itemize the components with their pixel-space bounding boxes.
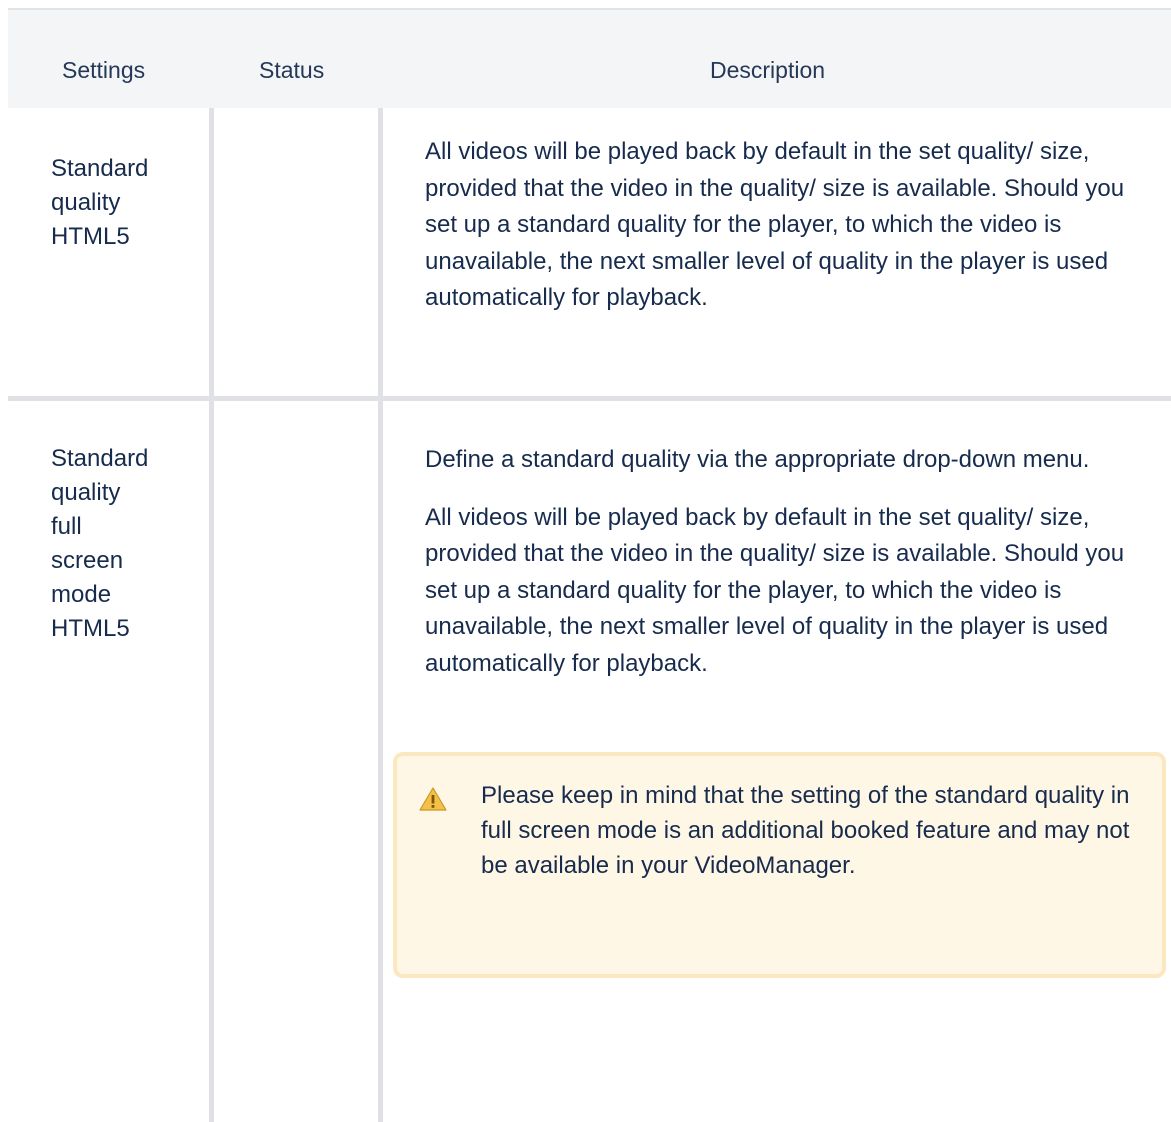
table-row-2-setting: Standard quality full screen mode HTML5 (51, 445, 149, 642)
table-header-row: Settings Status Description (8, 8, 1171, 108)
warning-note: Please keep in mind that the setting of … (393, 752, 1166, 978)
warning-icon (419, 787, 447, 811)
warning-note-text: Please keep in mind that the setting of … (481, 782, 1130, 879)
column-divider-2 (378, 108, 383, 1122)
table-row-1-description: All videos will be played back by defaul… (425, 138, 1125, 311)
settings-table: Settings Status Description (8, 8, 1171, 108)
header-status: Status (259, 57, 325, 83)
row-separator (8, 396, 1171, 401)
header-settings: Settings (62, 57, 146, 83)
column-divider-1 (209, 108, 214, 1122)
table-row-1-setting: Standard quality HTML5 (51, 155, 149, 250)
table-row-2-description: Define a standard quality via the approp… (425, 446, 1125, 677)
header-description: Description (710, 57, 826, 83)
